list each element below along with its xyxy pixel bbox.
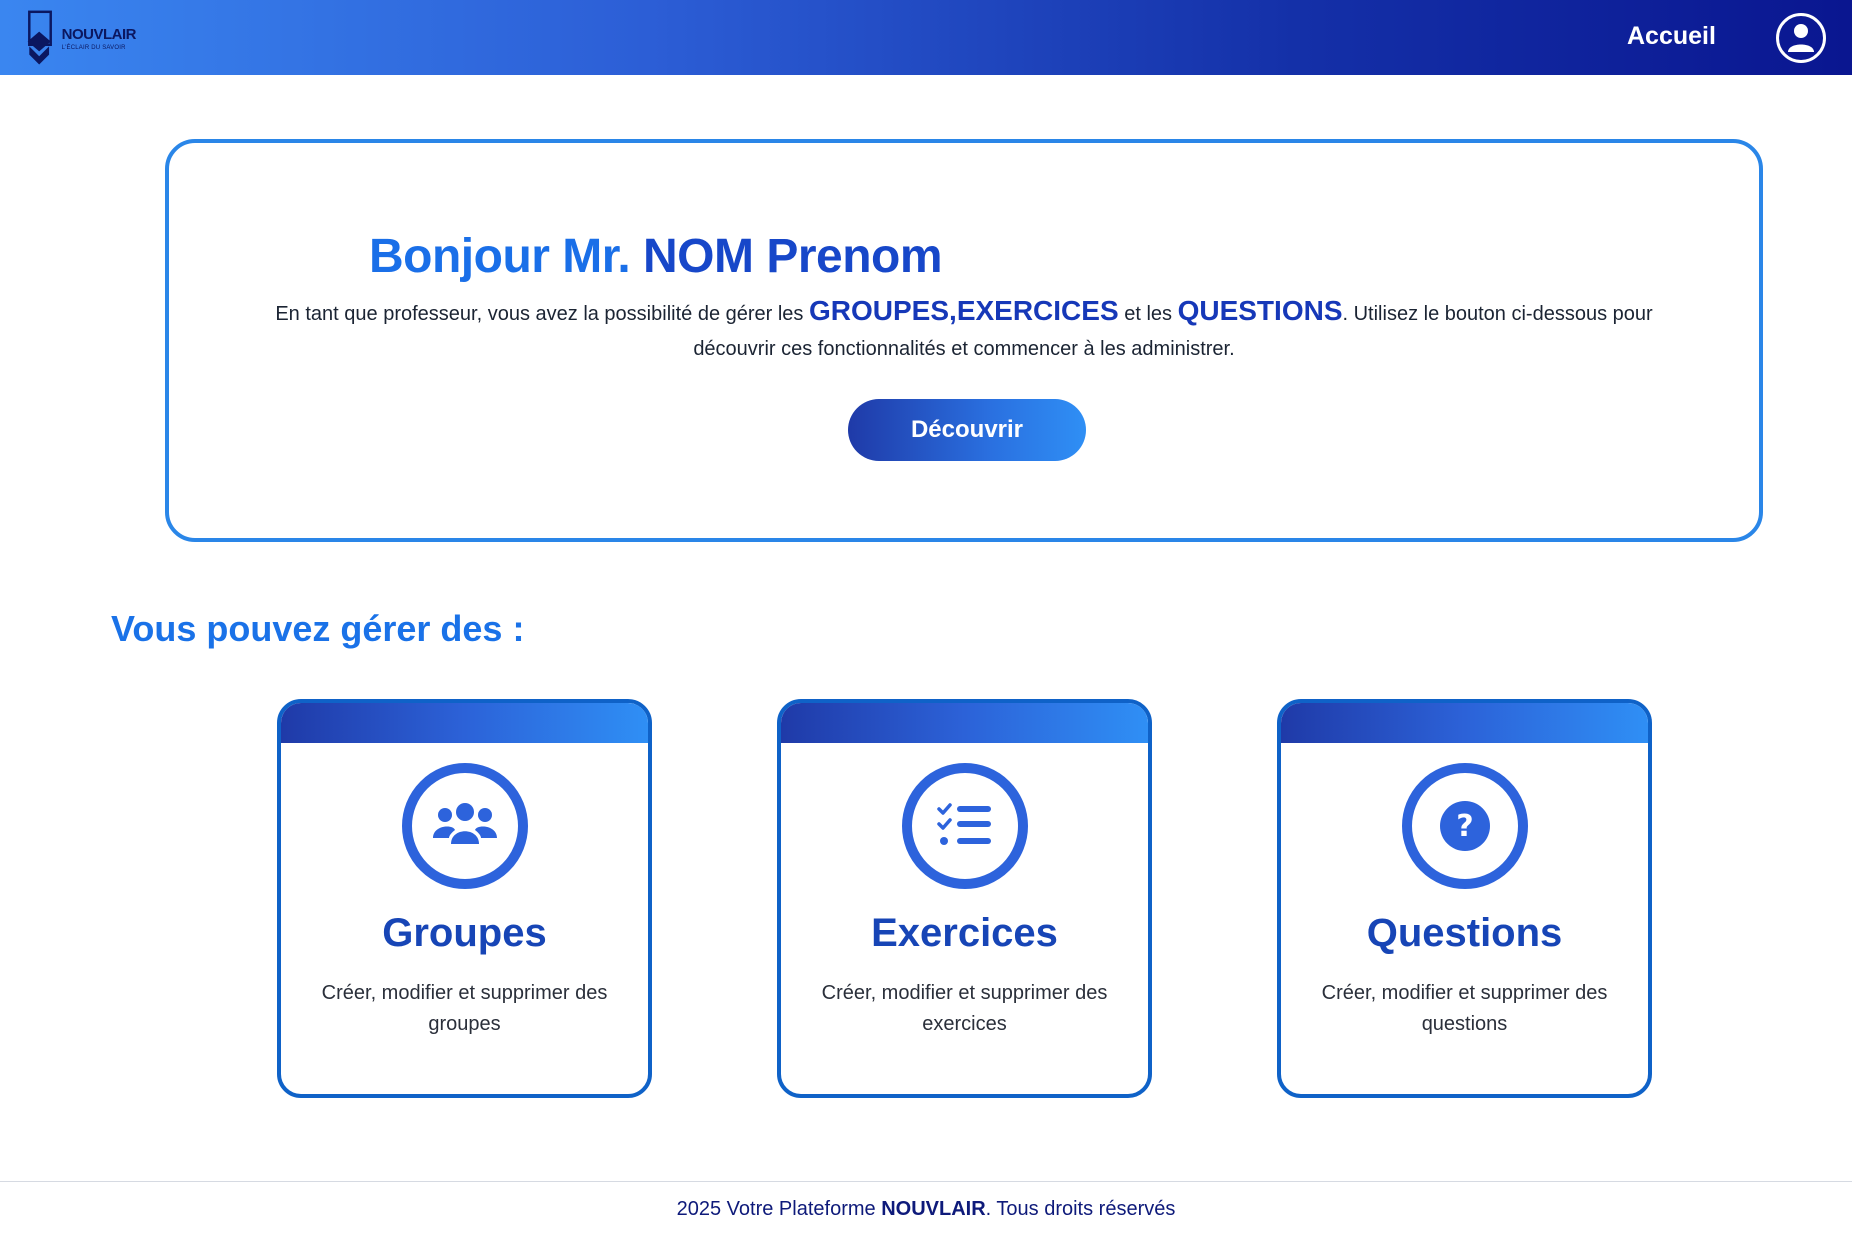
card-header-band — [781, 703, 1148, 743]
nouvlair-logo[interactable]: NOUVLAIR L'ÉCLAIR DU SAVOIR — [26, 4, 137, 74]
teacher-name: NOM Prenom — [643, 230, 943, 283]
discover-button[interactable]: Découvrir — [848, 399, 1086, 461]
card-title: Exercices — [871, 911, 1058, 955]
question-icon: ? — [1439, 801, 1490, 851]
card-title: Questions — [1366, 911, 1563, 955]
welcome-text-and: et les — [1124, 303, 1173, 325]
footer-suffix: . Tous droits réservés — [985, 1198, 1176, 1220]
nav-home-link[interactable]: Accueil — [1627, 22, 1716, 51]
card-icon-circle — [901, 763, 1028, 889]
card-header-band — [281, 703, 648, 743]
footer-prefix: 2025 Votre Plateforme — [676, 1198, 876, 1220]
logo-mark-icon — [27, 10, 52, 65]
card-description: Créer, modifier et supprimer des groupes — [321, 982, 608, 1035]
welcome-card: Bonjour Mr. NOM Prenom En tant que profe… — [165, 139, 1763, 542]
welcome-text-part1: En tant que professeur, vous avez la pos… — [275, 303, 804, 325]
footer-brand: NOUVLAIR — [881, 1198, 986, 1220]
highlight-questions: QUESTIONS — [1177, 295, 1343, 326]
greeting-text: Bonjour Mr. — [369, 230, 631, 283]
card-groups[interactable]: Groupes Créer, modifier et supprimer des… — [277, 699, 652, 1098]
user-icon — [1788, 24, 1814, 52]
welcome-description: En tant que professeur, vous avez la pos… — [249, 293, 1679, 367]
users-icon — [432, 803, 497, 844]
highlight-separator: , — [949, 295, 957, 326]
logo-tagline: L'ÉCLAIR DU SAVOIR — [61, 45, 126, 51]
user-profile-button[interactable] — [1776, 13, 1826, 63]
list-check-icon — [936, 803, 991, 845]
welcome-title: Bonjour Mr. NOM Prenom — [369, 229, 943, 284]
highlight-exercises: EXERCICES — [956, 295, 1119, 326]
card-description: Créer, modifier et supprimer des exercic… — [821, 982, 1108, 1035]
footer: 2025 Votre Plateforme NOUVLAIR. Tous dro… — [0, 1198, 1852, 1221]
card-exercises[interactable]: Exercices Créer, modifier et supprimer d… — [777, 699, 1152, 1098]
manage-heading: Vous pouvez gérer des : — [111, 608, 525, 649]
card-icon-circle — [401, 763, 528, 889]
logo-name: NOUVLAIR — [61, 26, 137, 43]
card-questions[interactable]: ? Questions Créer, modifier et supprimer… — [1277, 699, 1652, 1098]
card-header-band — [1281, 703, 1648, 743]
top-navbar: NOUVLAIR L'ÉCLAIR DU SAVOIR Accueil — [0, 0, 1852, 75]
svg-text:?: ? — [1456, 809, 1473, 844]
card-title: Groupes — [382, 911, 547, 955]
card-description: Créer, modifier et supprimer des questio… — [1321, 982, 1608, 1035]
highlight-groups: GROUPES — [809, 295, 950, 326]
footer-divider — [0, 1181, 1852, 1182]
card-icon-circle: ? — [1401, 763, 1528, 889]
